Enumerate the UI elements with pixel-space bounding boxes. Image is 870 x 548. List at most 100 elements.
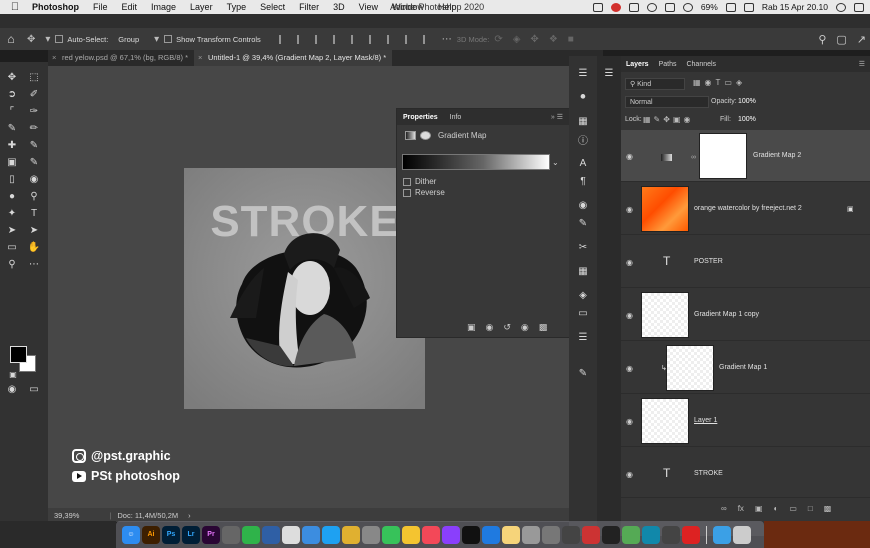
layer-name[interactable]: Layer 1 xyxy=(694,417,717,424)
eyedropper-tool-icon[interactable]: ✑ xyxy=(27,104,41,118)
align-bottom-icon[interactable] xyxy=(368,34,379,44)
spotlight-icon[interactable] xyxy=(836,2,846,12)
crop-tool-icon[interactable]: ⌜ xyxy=(5,104,19,118)
music-icon[interactable] xyxy=(422,525,440,544)
delete-layer-icon[interactable]: ▩ xyxy=(824,504,832,513)
3d-pan-icon[interactable]: ✥ xyxy=(530,34,538,45)
type-tool-icon[interactable]: T xyxy=(27,206,41,220)
preview-icon[interactable] xyxy=(522,525,540,544)
paragraph-icon[interactable]: ¶ xyxy=(576,174,590,188)
tab-layers[interactable]: Layers xyxy=(621,61,654,68)
zoom-tool-icon[interactable]: ⚲ xyxy=(5,257,19,271)
menu-edit[interactable]: Edit xyxy=(122,2,138,12)
layer-row[interactable]: ◉ T POSTER xyxy=(621,236,870,288)
gradient-picker[interactable] xyxy=(402,154,550,170)
learn-icon[interactable]: ⚫ xyxy=(576,90,590,104)
app-icon[interactable] xyxy=(362,525,380,544)
tab-info[interactable]: Info xyxy=(444,114,468,121)
filter-icons[interactable]: ▦◉T▭◈ xyxy=(693,78,746,87)
photos-icon[interactable] xyxy=(402,525,420,544)
new-layer-icon[interactable]: □ xyxy=(808,504,813,513)
tab-paths[interactable]: Paths xyxy=(654,61,682,68)
3d-camera-icon[interactable]: ■ xyxy=(568,34,574,45)
eraser-tool-icon[interactable]: ▯ xyxy=(5,172,19,186)
adjustments-icon[interactable]: ◉ xyxy=(576,198,590,212)
facetime-icon[interactable] xyxy=(382,525,400,544)
brush-tool-icon[interactable]: ✎ xyxy=(5,121,19,135)
more-options-icon[interactable]: ⋯ xyxy=(442,34,452,45)
layer-filter-select[interactable]: ⚲ Kind xyxy=(625,78,685,90)
app-icon[interactable] xyxy=(662,525,680,544)
app-icon[interactable] xyxy=(682,525,700,544)
menu-select[interactable]: Select xyxy=(260,2,285,12)
history-icon[interactable]: ☰ xyxy=(576,66,590,80)
mask-icon[interactable] xyxy=(420,131,431,140)
tab-red-yelow[interactable]: × red yelow.psd @ 67,1% (bg, RGB/8) * xyxy=(48,50,194,66)
default-colors-icon[interactable]: ▣ xyxy=(6,367,20,381)
layer-mask-thumb[interactable] xyxy=(699,133,747,179)
bluetooth-icon[interactable] xyxy=(664,2,675,12)
layer-row[interactable]: ◉ ↳ Gradient Map 1 xyxy=(621,342,870,394)
clip-to-layer-icon[interactable]: ▣ xyxy=(467,322,476,333)
opacity-value[interactable]: 100% xyxy=(738,98,756,105)
notes-icon[interactable] xyxy=(502,525,520,544)
visibility-eye-icon[interactable]: ◉ xyxy=(626,205,633,214)
battery-icon[interactable] xyxy=(725,2,736,12)
character-icon[interactable]: A xyxy=(576,156,590,170)
podcasts-icon[interactable] xyxy=(442,525,460,544)
apple-icon[interactable]:  xyxy=(8,0,22,14)
quick-mask-icon[interactable]: ◉ xyxy=(5,382,19,396)
lightroom-icon[interactable]: Lr xyxy=(182,525,200,544)
app-menu[interactable]: Photoshop xyxy=(32,2,79,12)
screen-icon[interactable] xyxy=(592,2,603,12)
layer-name[interactable]: Gradient Map 1 copy xyxy=(694,311,759,318)
wifi-icon[interactable] xyxy=(682,2,693,12)
align-hcenter-icon[interactable] xyxy=(296,34,307,44)
properties-strip-icon[interactable]: ☰ xyxy=(576,330,590,344)
record-icon[interactable] xyxy=(610,2,621,12)
appstore-icon[interactable] xyxy=(482,525,500,544)
app-icon[interactable] xyxy=(222,525,240,544)
blend-mode-select[interactable]: Normal xyxy=(625,96,709,108)
share-icon[interactable]: ↗ xyxy=(857,33,866,46)
visibility-eye-icon[interactable]: ◉ xyxy=(626,152,633,161)
show-transform-checkbox[interactable] xyxy=(164,35,173,43)
app-icon[interactable] xyxy=(242,525,260,544)
chevron-right-icon[interactable]: › xyxy=(188,511,191,520)
app-icon[interactable] xyxy=(282,525,300,544)
group-select[interactable]: Group xyxy=(114,34,143,45)
align-right-icon[interactable] xyxy=(314,34,325,44)
pencil-tool-icon[interactable]: ✏ xyxy=(27,121,41,135)
layer-thumb[interactable] xyxy=(641,292,689,338)
app-icon[interactable] xyxy=(562,525,580,544)
foreground-color-swatch[interactable] xyxy=(10,346,27,363)
move-tool-icon[interactable]: ✥ xyxy=(5,70,19,84)
display-icon[interactable] xyxy=(628,2,639,12)
home-icon[interactable]: ⌂ xyxy=(0,28,22,50)
layer-row[interactable]: ◉ Gradient Map 1 copy xyxy=(621,289,870,341)
safari-icon[interactable] xyxy=(322,525,340,544)
menu-file[interactable]: File xyxy=(93,2,108,12)
app-icon[interactable] xyxy=(602,525,620,544)
layer-row[interactable]: ◉ ∞ Gradient Map 2 xyxy=(621,130,870,182)
clock[interactable]: Rab 15 Apr 20.10 xyxy=(762,2,828,12)
info-icon[interactable]: ⓘ xyxy=(576,132,590,147)
dodge-tool-icon[interactable]: ⚲ xyxy=(27,189,41,203)
3d-slide-icon[interactable]: ❖ xyxy=(549,34,558,45)
close-icon[interactable]: × xyxy=(52,53,56,62)
3d-icon[interactable]: ◈ xyxy=(576,288,590,302)
move-tool-icon[interactable]: ✥ xyxy=(27,34,35,45)
libraries-icon[interactable]: ▦ xyxy=(576,114,590,128)
layer-thumb[interactable] xyxy=(641,398,689,444)
app-icon[interactable] xyxy=(302,525,320,544)
reset-icon[interactable]: ↺ xyxy=(503,322,511,333)
delete-icon[interactable]: ▩ xyxy=(539,322,548,333)
3d-orbit-icon[interactable]: ⟳ xyxy=(494,34,502,45)
align-vcenter-icon[interactable] xyxy=(350,34,361,44)
path-select-icon[interactable]: ➤ xyxy=(5,223,19,237)
history-brush-icon[interactable]: ✎ xyxy=(27,155,41,169)
flag-icon[interactable] xyxy=(743,2,754,12)
visibility-eye-icon[interactable]: ◉ xyxy=(626,470,633,479)
layer-name[interactable]: STROKE xyxy=(694,470,723,477)
layer-row[interactable]: ◉ T STROKE xyxy=(621,448,870,498)
